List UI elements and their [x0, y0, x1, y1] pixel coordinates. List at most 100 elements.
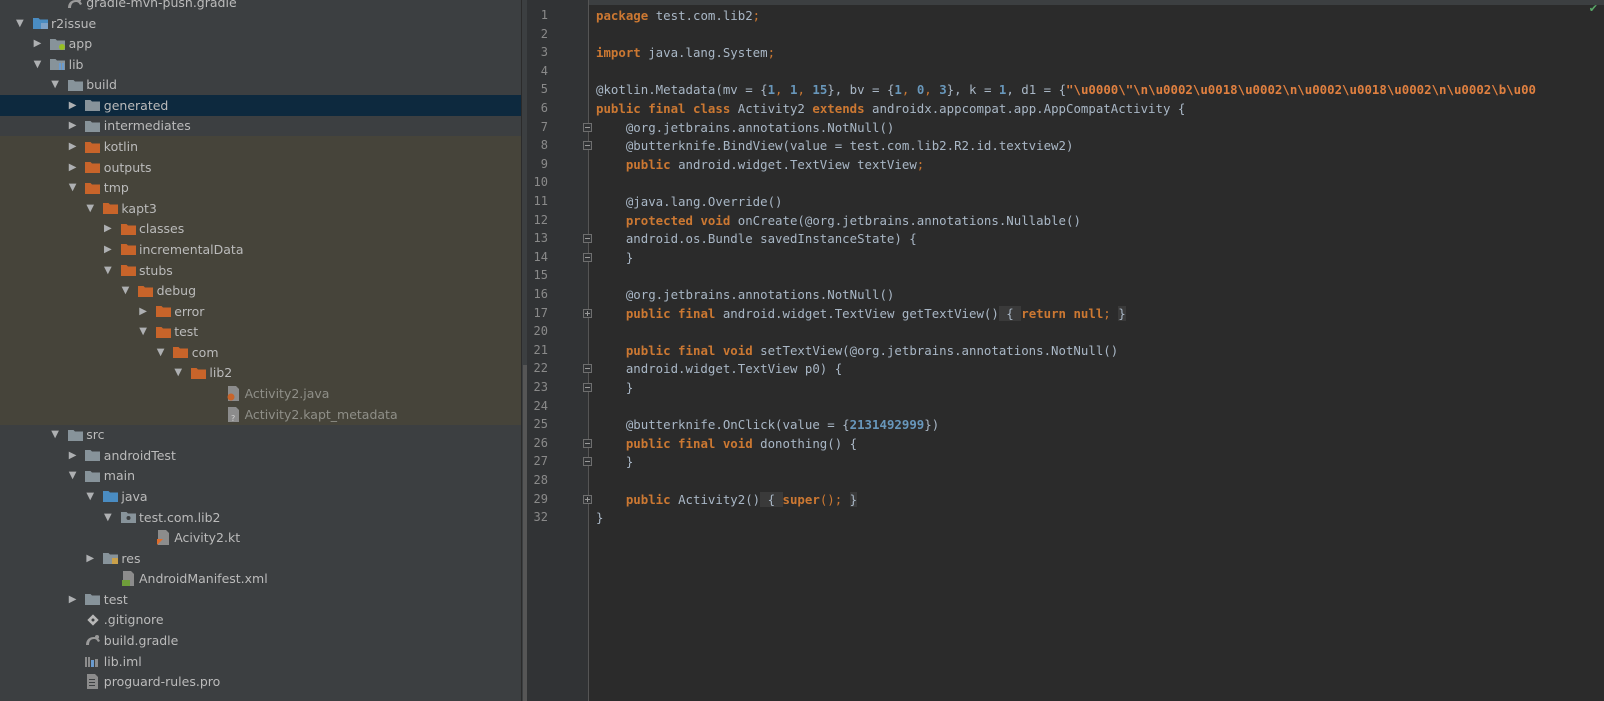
- folded-code-placeholder[interactable]: }: [1118, 305, 1126, 321]
- tree-row[interactable]: build.gradle: [0, 630, 521, 651]
- code-line[interactable]: }: [596, 378, 633, 397]
- fold-collapse-icon[interactable]: [583, 457, 592, 467]
- code-line[interactable]: }: [596, 508, 603, 527]
- code-line[interactable]: public final void donothing() {: [596, 434, 857, 453]
- expand-arrow-icon[interactable]: ▼: [139, 321, 149, 342]
- tree-row[interactable]: ▶ outputs: [0, 156, 521, 178]
- collapse-arrow-icon[interactable]: ▶: [34, 33, 44, 54]
- collapse-arrow-icon[interactable]: ▶: [69, 136, 79, 157]
- expand-arrow-icon[interactable]: ▼: [34, 54, 44, 75]
- code-line[interactable]: public final android.widget.TextView get…: [596, 304, 1126, 323]
- tree-row[interactable]: ▶ res: [0, 548, 521, 569]
- tree-row[interactable]: Acivity2.kt: [0, 527, 521, 548]
- code-line[interactable]: }: [596, 248, 633, 267]
- fold-collapse-icon[interactable]: [583, 364, 592, 374]
- manifest-file-icon: [120, 568, 136, 589]
- tree-row[interactable]: ▶ androidTest: [0, 445, 521, 466]
- tree-row[interactable]: ▶ test: [0, 589, 521, 610]
- project-tree-panel: gradle-mvn-push.gradle ▼ r2issue ▶ app ▼ lib ▼ b…: [0, 0, 521, 701]
- tree-row[interactable]: .gitignore: [0, 609, 521, 630]
- tree-row[interactable]: ▶ generated: [0, 94, 521, 116]
- code-line[interactable]: android.widget.TextView p0) {: [596, 359, 842, 378]
- tree-row[interactable]: ▼ tmp: [0, 177, 521, 199]
- expand-arrow-icon[interactable]: ▼: [104, 507, 114, 528]
- tree-row[interactable]: ▼ kapt3: [0, 197, 521, 219]
- fold-expand-icon[interactable]: [583, 494, 592, 504]
- expand-arrow-icon[interactable]: ▼: [51, 424, 61, 445]
- code-line[interactable]: @org.jetbrains.annotations.NotNull(): [596, 285, 895, 304]
- tree-row[interactable]: ▼ build: [0, 74, 521, 95]
- expand-arrow-icon[interactable]: ▼: [174, 362, 184, 383]
- tree-row[interactable]: ▼ src: [0, 424, 521, 445]
- expand-arrow-icon[interactable]: ▼: [51, 74, 61, 95]
- folded-code-placeholder[interactable]: {: [760, 491, 783, 507]
- tree-row[interactable]: ▼ lib2: [0, 362, 521, 384]
- tree-row[interactable]: Activity2.java: [0, 383, 521, 405]
- fold-collapse-icon[interactable]: [583, 252, 592, 262]
- fold-collapse-icon[interactable]: [583, 383, 592, 392]
- code-editor[interactable]: 1 2 3 4 5 6 7 8 9 10 11 12 13 14 15 16 17 20 21 22 23 24 25 26 2…: [527, 0, 1604, 701]
- tree-row[interactable]: ▼ com: [0, 341, 521, 363]
- tree-row[interactable]: ▶ incrementalData: [0, 238, 521, 260]
- code-line[interactable]: }: [596, 452, 633, 471]
- folded-code-placeholder[interactable]: }: [849, 491, 858, 507]
- expand-arrow-icon[interactable]: ▼: [16, 13, 26, 34]
- collapse-arrow-icon[interactable]: ▶: [69, 589, 79, 610]
- code-line[interactable]: import java.lang.System;: [596, 43, 775, 62]
- code-line[interactable]: protected void onCreate(@org.jetbrains.a…: [596, 211, 1081, 230]
- excluded-folder-icon: [120, 218, 136, 239]
- code-line[interactable]: @butterknife.BindView(value = test.com.l…: [596, 136, 1074, 155]
- collapse-arrow-icon[interactable]: ▶: [69, 115, 79, 136]
- tree-row-label: lib: [68, 56, 84, 72]
- expand-arrow-icon[interactable]: ▼: [69, 465, 79, 486]
- tree-row[interactable]: ▶ intermediates: [0, 115, 521, 136]
- tree-row[interactable]: proguard-rules.pro: [0, 671, 521, 692]
- fold-collapse-icon[interactable]: [583, 141, 592, 151]
- code-line[interactable]: public android.widget.TextView textView;: [596, 155, 924, 174]
- code-line[interactable]: public final class Activity2 extends and…: [596, 99, 1185, 118]
- tree-row[interactable]: ▼ main: [0, 465, 521, 486]
- fold-expand-icon[interactable]: [583, 308, 592, 318]
- tree-row[interactable]: AndroidManifest.xml: [0, 568, 521, 589]
- folded-code-placeholder[interactable]: {: [998, 305, 1022, 321]
- collapse-arrow-icon[interactable]: ▶: [104, 218, 114, 239]
- tree-row[interactable]: ? Activity2.kapt_metadata: [0, 403, 521, 425]
- collapse-arrow-icon[interactable]: ▶: [69, 445, 79, 466]
- tree-row[interactable]: ▼ test.com.lib2: [0, 507, 521, 528]
- tree-row[interactable]: ▶ error: [0, 300, 521, 322]
- fold-collapse-icon[interactable]: [583, 122, 592, 132]
- expand-arrow-icon[interactable]: ▼: [69, 177, 79, 198]
- tree-row[interactable]: ▼ debug: [0, 280, 521, 302]
- tree-row[interactable]: ▼ lib: [0, 54, 521, 75]
- fold-collapse-icon[interactable]: [583, 438, 592, 448]
- collapse-arrow-icon[interactable]: ▶: [86, 548, 96, 569]
- collapse-arrow-icon[interactable]: ▶: [69, 95, 79, 116]
- expand-arrow-icon[interactable]: ▼: [104, 260, 114, 281]
- expand-arrow-icon[interactable]: ▼: [157, 342, 167, 363]
- expand-arrow-icon[interactable]: ▼: [86, 486, 96, 507]
- fold-collapse-icon[interactable]: [583, 234, 592, 244]
- code-line[interactable]: @butterknife.OnClick(value = {2131492999…: [596, 415, 939, 434]
- tree-row[interactable]: ▶ classes: [0, 218, 521, 240]
- tree-row[interactable]: ▼ test: [0, 321, 521, 343]
- code-token: @kotlin.Metadata(mv = {: [596, 82, 768, 98]
- collapse-arrow-icon[interactable]: ▶: [104, 239, 114, 260]
- code-line[interactable]: public final void setTextView(@org.jetbr…: [596, 341, 1118, 360]
- code-line[interactable]: @org.jetbrains.annotations.NotNull(): [596, 118, 895, 137]
- collapse-arrow-icon[interactable]: ▶: [139, 301, 149, 322]
- tree-row[interactable]: ▶ kotlin: [0, 136, 521, 158]
- code-line[interactable]: @kotlin.Metadata(mv = {1, 1, 15}, bv = {…: [596, 80, 1536, 99]
- expand-arrow-icon[interactable]: ▼: [122, 280, 132, 301]
- collapse-arrow-icon[interactable]: ▶: [69, 157, 79, 178]
- tree-row[interactable]: lib.iml: [0, 651, 521, 672]
- code-line[interactable]: public Activity2() { super(); }: [596, 490, 858, 509]
- code-line[interactable]: package test.com.lib2;: [596, 6, 760, 25]
- code-line[interactable]: android.os.Bundle savedInstanceState) {: [596, 229, 917, 248]
- tree-row[interactable]: ▼ r2issue: [0, 13, 521, 34]
- tree-row[interactable]: ▼ stubs: [0, 259, 521, 281]
- tree-row[interactable]: ▶ app: [0, 33, 521, 54]
- tree-row[interactable]: ▼ java: [0, 486, 521, 507]
- code-line[interactable]: @java.lang.Override(): [596, 192, 783, 211]
- expand-arrow-icon[interactable]: ▼: [86, 198, 96, 219]
- tree-row[interactable]: gradle-mvn-push.gradle: [0, 0, 521, 13]
